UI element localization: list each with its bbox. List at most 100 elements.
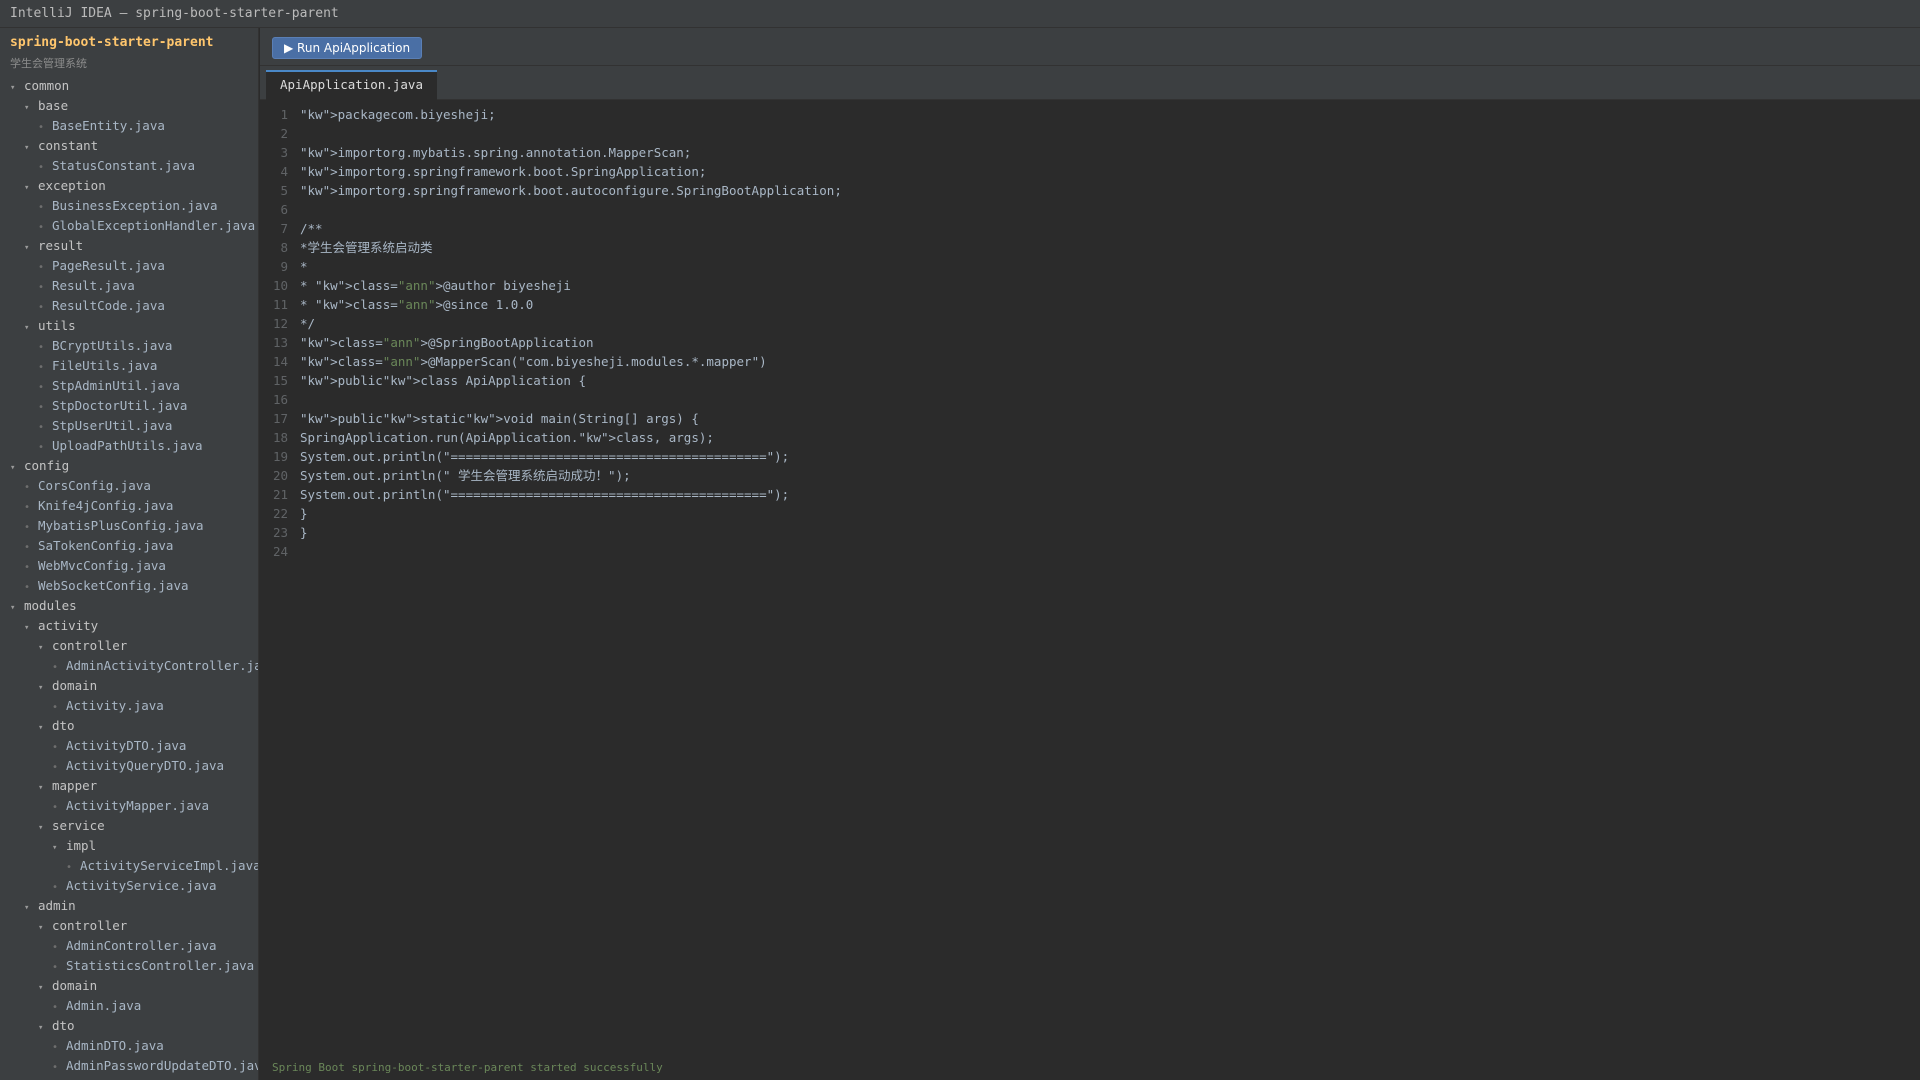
tree-file[interactable]: • Admin.java: [0, 996, 258, 1016]
tree-file[interactable]: • ActivityServiceImpl.java: [0, 856, 258, 876]
chevron-down-icon: ▾: [24, 183, 30, 193]
chevron-down-icon: ▾: [10, 463, 16, 473]
tree-item-label: StpAdminUtil.java: [52, 378, 180, 393]
tree-folder[interactable]: ▾ exception: [0, 176, 258, 196]
code-text: "kw">class="ann">@SpringBootApplication: [300, 335, 594, 350]
code-text: System.out.println("====================…: [300, 487, 790, 502]
tree-file[interactable]: • FileUtils.java: [0, 356, 258, 376]
tree-folder[interactable]: ▾ common: [0, 76, 258, 96]
tree-file[interactable]: • StpUserUtil.java: [0, 416, 258, 436]
code-editor[interactable]: 1 "kw">packagecom.biyesheji; 2 3 "kw">import…: [260, 100, 1920, 1056]
tree-file[interactable]: • Knife4jConfig.java: [0, 496, 258, 516]
tree-file[interactable]: • StatusConstant.java: [0, 156, 258, 176]
tree-folder[interactable]: ▾ dto: [0, 716, 258, 736]
tree-item-label: StatusConstant.java: [52, 158, 195, 173]
line-number: 8: [280, 240, 288, 255]
run-button[interactable]: ▶ Run ApiApplication: [272, 37, 423, 59]
code-line: 1 "kw">packagecom.biyesheji;: [260, 105, 1920, 124]
tree-folder[interactable]: ▾ result: [0, 236, 258, 256]
chevron-down-icon: ▾: [10, 603, 16, 613]
tree-folder[interactable]: ▾ admin: [0, 896, 258, 916]
line-number: 2: [280, 126, 288, 141]
tree-file[interactable]: • ActivityMapper.java: [0, 796, 258, 816]
code-line: 20 System.out.println(" 学生会管理系统启动成功！");: [260, 466, 1920, 485]
tree-file[interactable]: • AdminPasswordUpdateDTO.java: [0, 1056, 258, 1076]
tree-file[interactable]: • MybatisPlusConfig.java: [0, 516, 258, 536]
tree-file[interactable]: • AdminController.java: [0, 936, 258, 956]
tree-file[interactable]: • ActivityQueryDTO.java: [0, 756, 258, 776]
project-name[interactable]: spring-boot-starter-parent: [0, 28, 258, 58]
code-text: * "kw">class="ann">@author biyesheji: [300, 278, 571, 293]
tree-file[interactable]: • Activity.java: [0, 696, 258, 716]
tree-file[interactable]: • CorsConfig.java: [0, 476, 258, 496]
tree-item-label: base: [38, 98, 69, 113]
tree-folder[interactable]: ▾ service: [0, 816, 258, 836]
code-line: 21 System.out.println("==================…: [260, 485, 1920, 504]
code-line: 18 SpringApplication.run(ApiApplication."…: [260, 428, 1920, 447]
chevron-down-icon: ▾: [38, 643, 44, 653]
tree-item-label: ResultCode.java: [52, 298, 165, 313]
file-dot-icon: •: [52, 662, 59, 673]
tree-file[interactable]: • BusinessException.java: [0, 196, 258, 216]
tree-folder[interactable]: ▾ domain: [0, 676, 258, 696]
code-text: "kw">importorg.springframework.boot.auto…: [300, 183, 842, 198]
tree-file[interactable]: • SaTokenConfig.java: [0, 536, 258, 556]
line-number: 5: [280, 183, 288, 198]
file-dot-icon: •: [38, 202, 45, 213]
tree-file[interactable]: • StpAdminUtil.java: [0, 376, 258, 396]
tree-folder[interactable]: ▾ modules: [0, 596, 258, 616]
tree-folder[interactable]: ▾ utils: [0, 316, 258, 336]
tree-file[interactable]: • WebMvcConfig.java: [0, 556, 258, 576]
tree-item-label: StpDoctorUtil.java: [52, 398, 188, 413]
tree-item-label: PageResult.java: [52, 258, 165, 273]
tree-file[interactable]: • WebSocketConfig.java: [0, 576, 258, 596]
tab-api-application[interactable]: ApiApplication.java: [266, 70, 437, 100]
file-dot-icon: •: [24, 582, 31, 593]
tree-folder[interactable]: ▾ constant: [0, 136, 258, 156]
tree-file[interactable]: • BaseEntity.java: [0, 116, 258, 136]
tree-file[interactable]: • StpDoctorUtil.java: [0, 396, 258, 416]
tree-file[interactable]: • ResultCode.java: [0, 296, 258, 316]
tree-folder[interactable]: ▾ config: [0, 456, 258, 476]
tree-folder[interactable]: ▾ mapper: [0, 776, 258, 796]
window-title: IntelliJ IDEA — spring-boot-starter-pare…: [10, 6, 339, 21]
file-dot-icon: •: [24, 502, 31, 513]
tree-file[interactable]: • BCryptUtils.java: [0, 336, 258, 356]
tree-item-label: config: [24, 458, 70, 473]
tree-folder[interactable]: ▾ domain: [0, 976, 258, 996]
tree-file[interactable]: • AdminActivityController.java: [0, 656, 258, 676]
status-bar: Spring Boot spring-boot-starter-parent s…: [260, 1056, 1920, 1080]
chevron-down-icon: ▾: [38, 683, 44, 693]
tree-file[interactable]: • ActivityDTO.java: [0, 736, 258, 756]
tree-folder[interactable]: ▾ dto: [0, 1016, 258, 1036]
tree-file[interactable]: • ActivityService.java: [0, 876, 258, 896]
tree-file[interactable]: • AdminDTO.java: [0, 1036, 258, 1056]
line-number: 14: [272, 354, 288, 369]
tree-file[interactable]: • GlobalExceptionHandler.java: [0, 216, 258, 236]
chevron-down-icon: ▾: [24, 143, 30, 153]
tree-folder[interactable]: ▾ controller: [0, 636, 258, 656]
tree-item-label: mapper: [52, 778, 98, 793]
tree-folder[interactable]: ▾ controller: [0, 916, 258, 936]
tree-folder[interactable]: ▾ impl: [0, 836, 258, 856]
tree-item-label: StatisticsController.java: [66, 958, 255, 973]
tree-item-label: SaTokenConfig.java: [38, 538, 174, 553]
code-line: 3 "kw">importorg.mybatis.spring.annotatio…: [260, 143, 1920, 162]
tree-item-label: domain: [52, 978, 98, 993]
tree-folder[interactable]: ▾ base: [0, 96, 258, 116]
tree-file[interactable]: • Result.java: [0, 276, 258, 296]
tree-folder[interactable]: ▾ activity: [0, 616, 258, 636]
tree-file[interactable]: • StatisticsController.java: [0, 956, 258, 976]
code-text: "kw">packagecom.biyesheji;: [300, 107, 496, 122]
tree-file[interactable]: • UploadPathUtils.java: [0, 436, 258, 456]
tree-file[interactable]: • PageResult.java: [0, 256, 258, 276]
toolbar: ▶ Run ApiApplication: [260, 28, 1920, 66]
code-text: *: [300, 259, 308, 274]
code-line: 7 /**: [260, 219, 1920, 238]
tree-item-label: Activity.java: [66, 698, 164, 713]
file-dot-icon: •: [52, 702, 59, 713]
tree-item-label: modules: [24, 598, 77, 613]
line-number: 12: [272, 316, 288, 331]
chevron-down-icon: ▾: [38, 823, 44, 833]
chevron-down-icon: ▾: [38, 983, 44, 993]
